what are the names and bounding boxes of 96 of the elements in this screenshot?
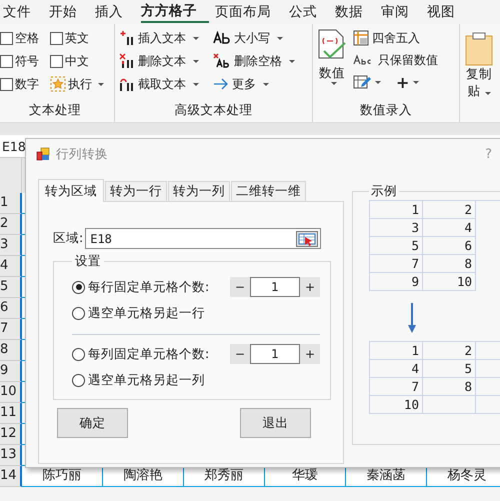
radio-option[interactable]: 每行固定单元格个数: <box>72 278 210 296</box>
name-box[interactable]: E18 <box>0 138 26 154</box>
delete-space-icon <box>213 53 231 69</box>
row-header: 13 <box>0 445 22 466</box>
decrement-button[interactable]: − <box>230 280 250 294</box>
ribbon-button[interactable]: 更多 <box>213 75 303 93</box>
row-header: 14 <box>0 466 22 487</box>
example-cell: 8 <box>423 378 476 396</box>
insert-text-icon <box>119 30 135 46</box>
example-cell: 2 <box>423 201 476 219</box>
ribbon-tab[interactable]: 视图 <box>427 1 467 23</box>
number-field[interactable]: 1 <box>250 277 300 297</box>
ribbon-button[interactable]: 插入文本 <box>119 29 213 47</box>
exit-button[interactable]: 退出 <box>240 408 311 438</box>
range-field[interactable]: E18 <box>85 228 322 249</box>
copy-paste-button[interactable]: 复制 贴 <box>464 32 494 100</box>
star-icon <box>50 76 66 92</box>
ribbon-tab[interactable]: 审阅 <box>381 1 421 23</box>
case-icon <box>213 31 231 45</box>
ribbon-tab[interactable]: 插入 <box>95 1 135 23</box>
example-cell: 7 <box>370 255 423 273</box>
ribbon-tab[interactable]: 开始 <box>49 1 89 23</box>
example-cell: 9 <box>370 273 423 291</box>
range-label: 区域: <box>53 230 84 247</box>
row-header: 12 <box>0 424 22 445</box>
ribbon-tab[interactable]: 文件 <box>3 1 43 23</box>
number-button[interactable]: 数值 <box>317 29 347 91</box>
ribbon-button[interactable]: 大小写 <box>213 29 303 47</box>
radio-option[interactable]: 每列固定单元格个数: <box>72 346 210 362</box>
example-cell: 1 <box>370 342 423 360</box>
app-icon <box>36 147 50 161</box>
radio-option[interactable]: 遇空单元格另起一行 <box>72 304 205 322</box>
row-header: 4 <box>0 256 22 277</box>
table-pencil-icon <box>353 74 371 90</box>
row-header: 2 <box>0 214 22 235</box>
row-header: 3 <box>0 235 22 256</box>
example-cell: 5 <box>370 237 423 255</box>
row-header: 10 <box>0 382 22 403</box>
example-cell: 5 <box>423 360 476 378</box>
row-header: 9 <box>0 361 22 382</box>
checkbox[interactable]: 英文 <box>50 29 110 47</box>
row-header: 7 <box>0 319 22 340</box>
example-cell: 4 <box>423 219 476 237</box>
example-cell: 10 <box>423 273 476 291</box>
down-arrow-icon <box>407 303 417 333</box>
row-header: 1 <box>0 193 22 214</box>
row-header: 5 <box>0 277 22 298</box>
example-cell: 3 <box>370 219 423 237</box>
decrement-button[interactable]: − <box>230 347 250 361</box>
number-field[interactable]: 1 <box>250 344 300 364</box>
checkbox[interactable]: 数字 <box>0 75 50 93</box>
ribbon-button[interactable]: 删除空格 <box>213 52 303 70</box>
tab[interactable]: 二维转一维 <box>231 181 306 201</box>
group-title: 示例 <box>370 183 398 200</box>
group-title: 高级文本处理 <box>174 102 254 119</box>
example-cell: 7 <box>370 378 423 396</box>
row-header: 11 <box>0 403 22 424</box>
plus-button[interactable]: + <box>396 72 420 92</box>
group-title: 设置 <box>74 253 102 270</box>
checkbox[interactable]: 空格 <box>0 29 50 47</box>
tab[interactable]: 转为一列 <box>168 181 230 201</box>
increment-button[interactable]: + <box>300 280 320 294</box>
ribbon-button[interactable]: 四舍五入 <box>353 29 438 47</box>
checkbox[interactable]: 中文 <box>50 52 110 70</box>
example-cell: 10 <box>370 396 423 414</box>
tab[interactable]: 转为区域 <box>38 179 104 202</box>
ribbon-button[interactable]: 只保留数值 <box>353 51 438 69</box>
ribbon-tab[interactable]: 数据 <box>335 1 375 23</box>
ribbon-tab[interactable]: 页面布局 <box>215 1 283 23</box>
tab[interactable]: 转为一行 <box>105 181 167 201</box>
group-title: 文本处理 <box>28 102 82 119</box>
checkbox[interactable]: 符号 <box>0 52 50 70</box>
arrow-icon <box>213 78 229 90</box>
run-button[interactable]: 执行 <box>50 75 110 93</box>
ribbon-tab[interactable]: 公式 <box>289 1 329 23</box>
example-cell: 1 <box>370 201 423 219</box>
range-picker-icon <box>296 230 318 246</box>
ok-button[interactable]: 确定 <box>57 408 128 438</box>
delete-text-icon <box>119 53 135 69</box>
dialog-title: 行列转换 <box>56 146 108 162</box>
example-cell: 2 <box>423 342 476 360</box>
ribbon-button[interactable]: 截取文本 <box>119 75 213 93</box>
cut-text-icon <box>119 76 135 92</box>
table-edit-button[interactable] <box>353 74 381 90</box>
example-cell: 4 <box>370 360 423 378</box>
example-cell: 8 <box>423 255 476 273</box>
ribbon-button[interactable]: 删除文本 <box>119 52 213 70</box>
row-header: 8 <box>0 340 22 361</box>
clipboard-icon <box>464 32 494 66</box>
table-icon <box>353 30 369 46</box>
group-title: 数值录入 <box>359 102 413 119</box>
radio-option[interactable]: 遇空单元格另起一列 <box>72 372 205 388</box>
example-cell: 6 <box>423 237 476 255</box>
row-header: 6 <box>0 298 22 319</box>
increment-button[interactable]: + <box>300 347 320 361</box>
empty-cell <box>423 396 476 414</box>
